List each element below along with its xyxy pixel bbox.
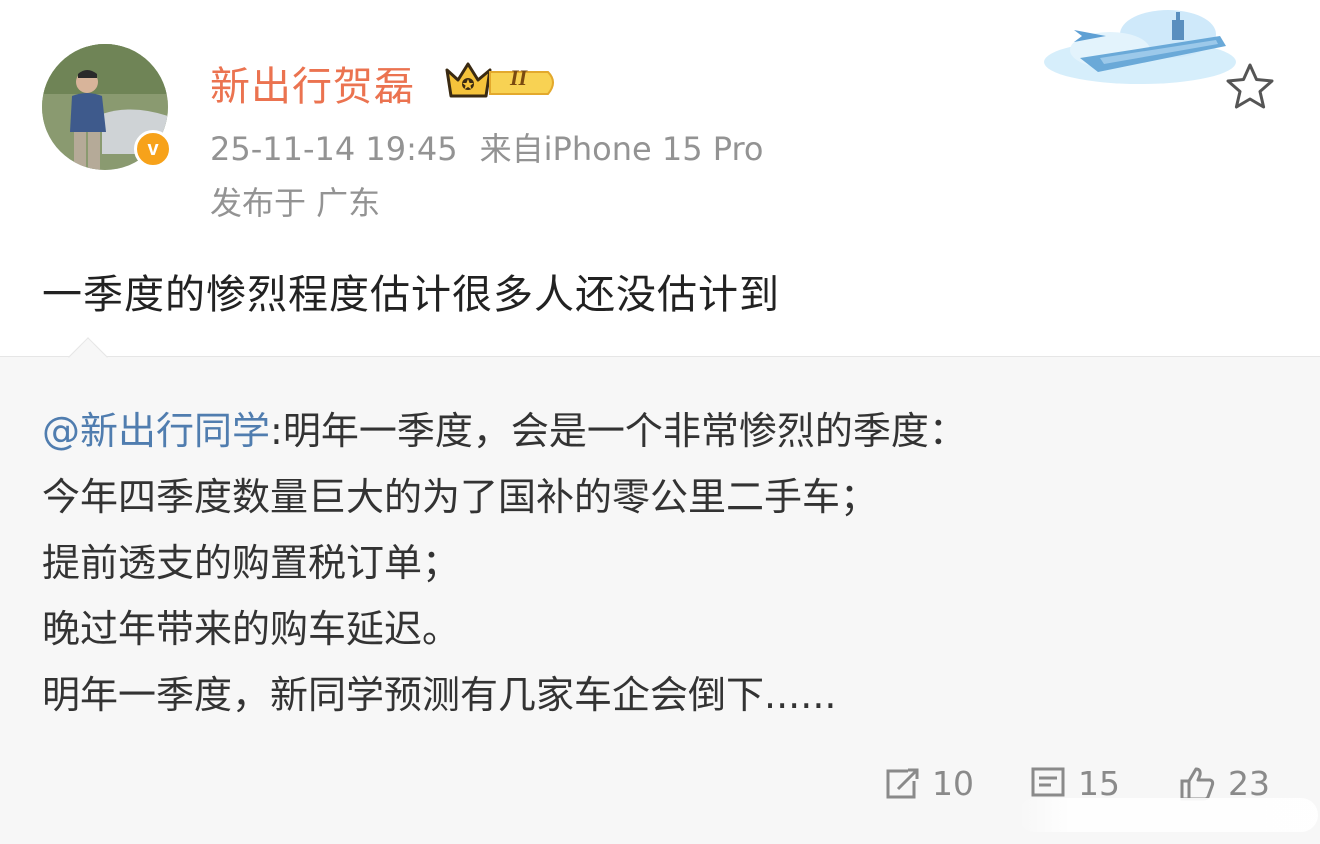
repost-button[interactable]: 10	[884, 764, 974, 803]
comment-icon	[1031, 767, 1065, 796]
repost-line-5: 明年一季度，新同学预测有几家车企会倒下......	[42, 673, 837, 717]
repost-line-4: 晚过年带来的购车延迟。	[42, 607, 461, 651]
repost-line-2: 今年四季度数量巨大的为了国补的零公里二手车；	[42, 475, 879, 519]
repost-icon	[886, 768, 919, 798]
repost-count: 10	[932, 764, 974, 803]
post-timestamp[interactable]: 25-11-14 19:45	[210, 130, 458, 168]
card-decoration	[1040, 6, 1240, 94]
post-source: 来自iPhone 15 Pro	[479, 130, 764, 168]
watermark-overlay	[1018, 798, 1318, 832]
weibo-post: v 新出行贺磊 II 25-11-14 19:45 来自iPhone 15 Pro…	[0, 0, 1320, 844]
meta-line: 25-11-14 19:45 来自iPhone 15 Pro	[210, 124, 764, 170]
repost-body: @新出行同学:明年一季度，会是一个非常惨烈的季度： 今年四季度数量巨大的为了国补…	[42, 398, 1292, 728]
thumb-up-icon	[1180, 767, 1215, 800]
favorite-button[interactable]	[1224, 62, 1276, 116]
aircraft-carrier-cloud-decoration	[1044, 10, 1236, 84]
repost-line-3: 提前透支的购置税订单；	[42, 541, 461, 585]
post-text: 一季度的惨烈程度估计很多人还没估计到	[42, 272, 780, 318]
repost-line-text: :明年一季度，会是一个非常惨烈的季度：	[270, 409, 967, 453]
repost-line-1: @新出行同学:明年一季度，会是一个非常惨烈的季度：	[42, 398, 1292, 464]
crown-icon	[445, 62, 554, 98]
post-location: 发布于 广东	[210, 184, 381, 222]
avatar-container[interactable]: v	[42, 44, 172, 170]
verified-mark: v	[147, 137, 159, 160]
vip-badge[interactable]: II	[444, 58, 562, 106]
star-outline-icon	[1226, 63, 1274, 109]
verified-badge: v	[134, 130, 172, 168]
vip-level: II	[510, 65, 528, 90]
username[interactable]: 新出行贺磊	[210, 54, 415, 112]
mention-link[interactable]: @新出行同学	[42, 409, 270, 453]
